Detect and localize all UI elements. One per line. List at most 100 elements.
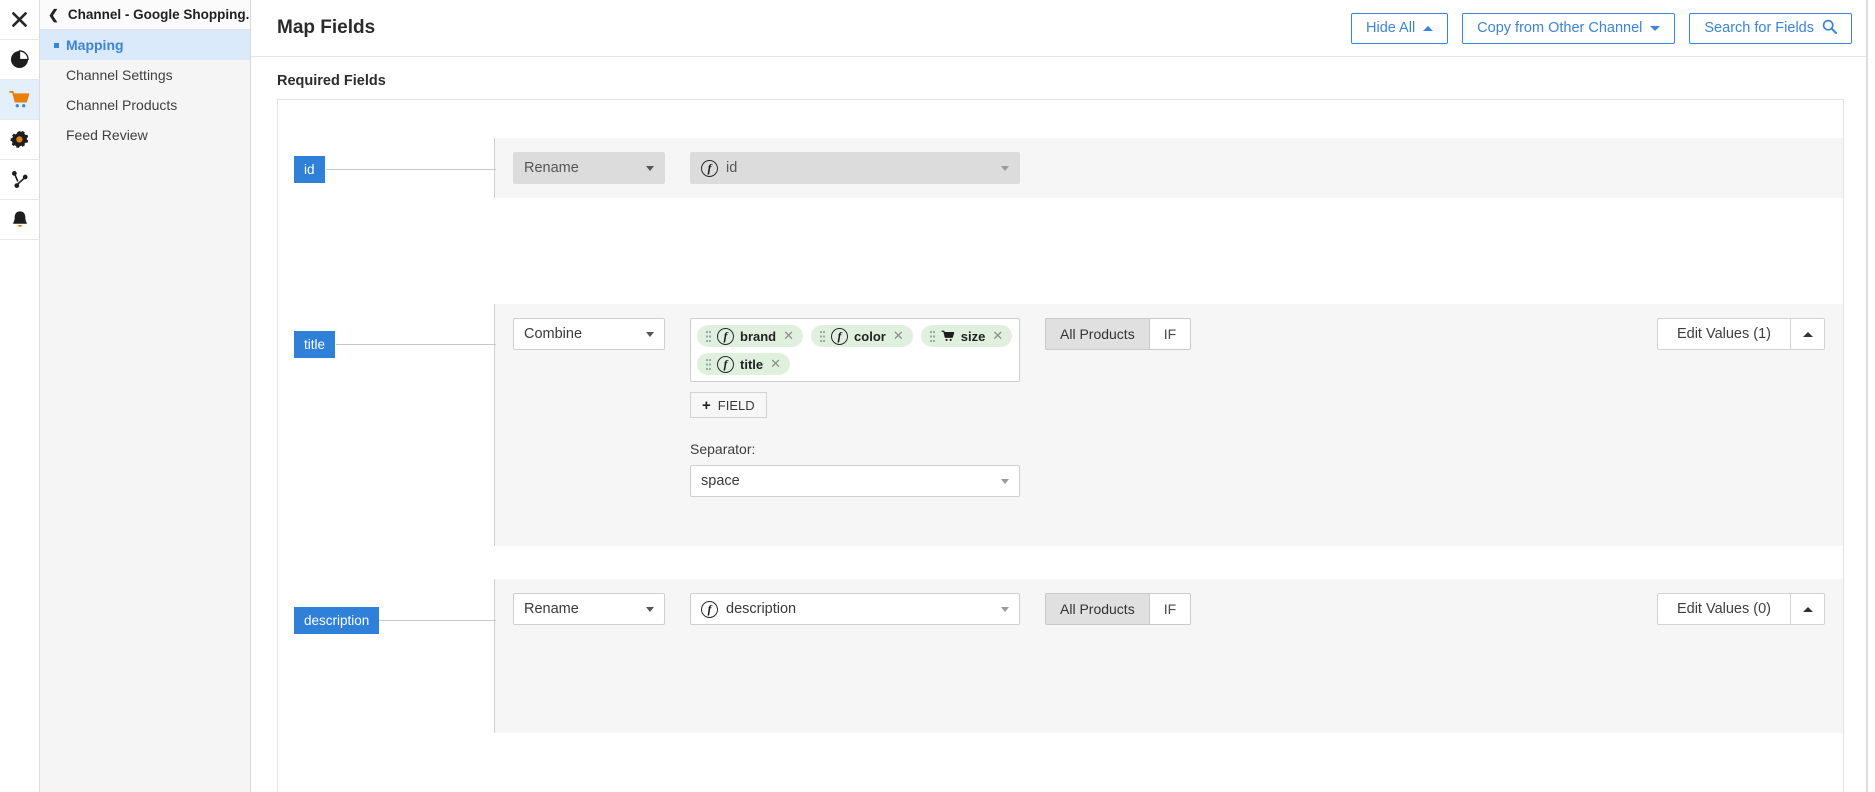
operation-value: Combine xyxy=(524,326,582,342)
sidebar-item-channel-settings[interactable]: Channel Settings xyxy=(40,60,250,90)
sidebar-item-label: Feed Review xyxy=(66,127,148,143)
field-tag: title xyxy=(294,331,335,358)
drag-handle-icon[interactable] xyxy=(930,331,935,342)
sidebar-item-label: Channel Settings xyxy=(66,67,173,83)
edit-values-button[interactable]: Edit Values (0) xyxy=(1657,593,1791,625)
add-field-button[interactable]: + FIELD xyxy=(690,392,767,418)
drag-handle-icon[interactable] xyxy=(706,331,711,342)
separator-value: space xyxy=(701,473,740,489)
right-gutter xyxy=(1867,0,1875,792)
function-icon: f xyxy=(717,356,734,373)
caret-down-icon xyxy=(1650,26,1660,31)
chevron-down-icon xyxy=(646,332,654,337)
collapse-row-button[interactable] xyxy=(1791,593,1825,625)
audience-all-products-button[interactable]: All Products xyxy=(1046,594,1150,624)
sidebar-header-title: Channel - Google Shopping... xyxy=(68,7,250,22)
page-header: Map Fields Hide All Copy from Other Chan… xyxy=(251,0,1866,57)
source-field-value-wrap: f id xyxy=(701,160,737,177)
search-icon xyxy=(1822,19,1837,38)
mapping-row-id: id Rename f id xyxy=(278,100,1843,304)
search-for-fields-label: Search for Fields xyxy=(1704,20,1814,36)
page-title: Map Fields xyxy=(277,17,375,39)
connector-line xyxy=(336,344,496,345)
bell-icon[interactable] xyxy=(0,200,39,240)
operation-select-description[interactable]: Rename xyxy=(513,593,665,625)
drag-handle-icon[interactable] xyxy=(820,331,825,342)
remove-chip-icon[interactable]: ✕ xyxy=(770,356,781,372)
caret-up-icon xyxy=(1803,332,1813,337)
search-for-fields-button[interactable]: Search for Fields xyxy=(1689,13,1852,44)
field-tag: description xyxy=(294,607,379,634)
operation-select-id: Rename xyxy=(513,152,665,184)
app-root: ❮ Channel - Google Shopping... Mapping C… xyxy=(0,0,1875,792)
operation-value: Rename xyxy=(524,601,579,617)
source-field-value: description xyxy=(726,601,796,617)
row-right-controls: Edit Values (0) xyxy=(1657,593,1825,625)
combine-fields-box[interactable]: f brand ✕ f color ✕ xyxy=(690,318,1020,382)
sidebar-item-label: Channel Products xyxy=(66,97,177,113)
remove-chip-icon[interactable]: ✕ xyxy=(893,328,904,344)
audience-toggle-description[interactable]: All Products IF xyxy=(1045,593,1191,625)
remove-chip-icon[interactable]: ✕ xyxy=(783,328,794,344)
source-field-select-description[interactable]: f description xyxy=(690,593,1020,625)
copy-from-other-channel-label: Copy from Other Channel xyxy=(1477,20,1642,36)
field-tag: id xyxy=(294,156,325,183)
field-chip-brand[interactable]: f brand ✕ xyxy=(697,325,803,347)
chevron-down-icon xyxy=(1001,607,1009,612)
row-right-controls: Edit Values (1) xyxy=(1657,318,1825,350)
hide-all-label: Hide All xyxy=(1366,20,1415,36)
operation-value: Rename xyxy=(524,160,579,176)
operation-select-title[interactable]: Combine xyxy=(513,318,665,350)
sidebar-item-channel-products[interactable]: Channel Products xyxy=(40,90,250,120)
active-bullet-icon xyxy=(54,43,59,48)
combine-config-column: f brand ✕ f color ✕ xyxy=(690,318,1020,497)
section-label: Required Fields xyxy=(251,57,1866,99)
chevron-down-icon xyxy=(1001,166,1009,171)
source-field-value: id xyxy=(726,160,737,176)
chevron-left-icon[interactable]: ❮ xyxy=(48,8,59,21)
remove-chip-icon[interactable]: ✕ xyxy=(992,328,1003,344)
field-chip-title[interactable]: f title ✕ xyxy=(697,353,790,375)
sidebar-item-label: Mapping xyxy=(66,37,124,53)
source-field-column: f description xyxy=(690,593,1020,625)
chip-label: title xyxy=(740,357,763,372)
hide-all-button[interactable]: Hide All xyxy=(1351,13,1448,44)
connector-line xyxy=(379,620,496,621)
sidebar-item-mapping[interactable]: Mapping xyxy=(40,30,250,60)
mapping-row-description: description Rename f description xyxy=(278,579,1843,733)
audience-toggle-title[interactable]: All Products IF xyxy=(1045,318,1191,350)
connector-line xyxy=(326,169,496,170)
audience-if-button[interactable]: IF xyxy=(1150,319,1190,349)
gear-icon[interactable] xyxy=(0,120,39,160)
edit-values-button[interactable]: Edit Values (1) xyxy=(1657,318,1791,350)
separator-label: Separator: xyxy=(690,441,1020,457)
drag-handle-icon[interactable] xyxy=(706,359,711,370)
pie-chart-icon[interactable] xyxy=(0,40,39,80)
function-icon: f xyxy=(717,328,734,345)
collapse-row-button[interactable] xyxy=(1791,318,1825,350)
field-chip-color[interactable]: f color ✕ xyxy=(811,325,913,347)
chip-label: color xyxy=(854,329,886,344)
share-node-icon[interactable] xyxy=(0,160,39,200)
mapping-row-title: title Combine f brand xyxy=(278,304,1843,579)
sidebar-item-feed-review[interactable]: Feed Review xyxy=(40,120,250,150)
main-content: Map Fields Hide All Copy from Other Chan… xyxy=(251,0,1867,792)
sidebar: ❮ Channel - Google Shopping... Mapping C… xyxy=(40,0,251,792)
copy-from-other-channel-button[interactable]: Copy from Other Channel xyxy=(1462,13,1675,44)
source-field-select-id: f id xyxy=(690,152,1020,184)
close-icon[interactable] xyxy=(0,0,39,40)
row-controls: Rename f description All Pro xyxy=(494,579,1843,733)
separator-select[interactable]: space xyxy=(690,465,1020,497)
chip-label: brand xyxy=(740,329,776,344)
shopping-cart-icon[interactable] xyxy=(0,80,39,120)
audience-all-products-button[interactable]: All Products xyxy=(1046,319,1150,349)
sidebar-header[interactable]: ❮ Channel - Google Shopping... xyxy=(40,0,250,30)
chevron-down-icon xyxy=(646,166,654,171)
audience-if-button[interactable]: IF xyxy=(1150,594,1190,624)
chip-label: size xyxy=(961,329,986,344)
required-fields-panel: id Rename f id xyxy=(277,99,1844,792)
cart-icon xyxy=(941,330,955,342)
caret-up-icon xyxy=(1803,607,1813,612)
add-field-label: FIELD xyxy=(718,398,755,413)
field-chip-size[interactable]: size ✕ xyxy=(921,325,1012,347)
